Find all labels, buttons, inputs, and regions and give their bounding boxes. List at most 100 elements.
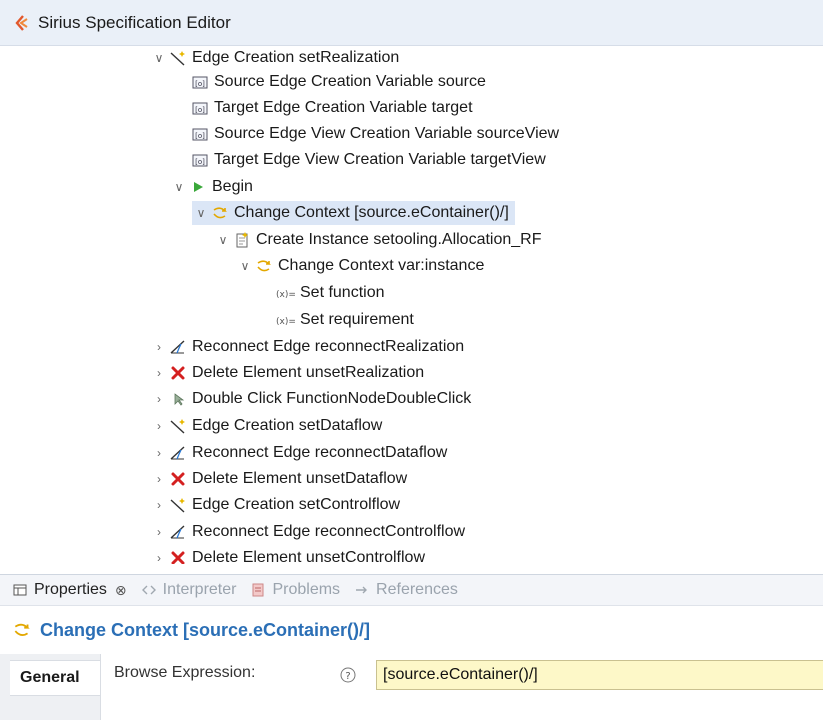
editor-title: Sirius Specification Editor <box>38 12 231 32</box>
tree-item[interactable]: › Edge Creation setDataflow <box>150 414 382 438</box>
tree-item[interactable]: › Reconnect Edge reconnectRealization <box>150 335 464 359</box>
svg-text:?: ? <box>345 671 350 682</box>
close-icon[interactable]: ⊗ <box>115 582 127 599</box>
properties-header: Change Context [source.eContainer()/] <box>0 606 823 654</box>
tree-item-label: Create Instance setooling.Allocation_RF <box>256 231 542 248</box>
chevron-right-icon[interactable]: › <box>150 493 168 517</box>
variable-icon: [o] <box>190 72 210 92</box>
tab-label: Problems <box>272 581 341 598</box>
tree-item-label: Edge Creation setDataflow <box>192 417 383 434</box>
chevron-down-icon[interactable]: ∨ <box>170 175 188 199</box>
change-context-icon <box>210 203 230 223</box>
tab-references[interactable]: References <box>352 580 458 600</box>
tree-item[interactable]: ∨ Begin <box>170 175 253 199</box>
interpreter-icon <box>139 580 159 600</box>
section-tab-general[interactable]: General <box>10 660 100 696</box>
chevron-right-icon[interactable]: › <box>150 441 168 465</box>
tree-item[interactable]: ∨ Edge Creation setRealization <box>150 46 400 70</box>
svg-text:[o]: [o] <box>195 106 205 114</box>
chevron-right-icon[interactable]: › <box>150 414 168 438</box>
delete-icon <box>168 363 188 383</box>
properties-body: General Browse Expression: ? <box>0 654 823 720</box>
begin-icon <box>188 177 208 197</box>
tree-item[interactable]: › Reconnect Edge reconnectDataflow <box>150 441 447 465</box>
edge-creation-icon <box>168 495 188 515</box>
tree-item-label: Source Edge Creation Variable source <box>214 73 486 90</box>
edge-creation-icon <box>168 48 188 68</box>
variable-icon: [o] <box>190 98 210 118</box>
tree-item[interactable]: (x)= Set function <box>276 281 385 305</box>
chevron-right-icon[interactable]: › <box>150 520 168 544</box>
svg-text:(x)=: (x)= <box>276 317 296 327</box>
chevron-right-icon[interactable]: › <box>150 546 168 564</box>
tree-item-label: Change Context var:instance <box>278 257 485 274</box>
variable-icon: [o] <box>190 124 210 144</box>
reconnect-edge-icon <box>168 443 188 463</box>
tree-item-label: Delete Element unsetDataflow <box>192 470 408 487</box>
chevron-right-icon[interactable]: › <box>150 387 168 411</box>
create-instance-icon <box>232 230 252 250</box>
tree-item[interactable]: › Delete Element unsetDataflow <box>150 467 407 491</box>
tree-item[interactable]: (x)= Set requirement <box>276 308 414 332</box>
reconnect-edge-icon <box>168 522 188 542</box>
edge-creation-icon <box>168 416 188 436</box>
problems-icon <box>248 580 268 600</box>
tree-item-label: Change Context [source.eContainer()/] <box>234 204 509 221</box>
double-click-icon <box>168 389 188 409</box>
tree-item-label: Target Edge Creation Variable target <box>214 99 473 116</box>
svg-text:[o]: [o] <box>195 80 205 88</box>
svg-text:[o]: [o] <box>195 158 205 166</box>
browse-expression-label: Browse Expression: <box>114 664 256 681</box>
chevron-down-icon[interactable]: ∨ <box>150 46 168 70</box>
tree-item[interactable]: ∨ Create Instance setooling.Allocation_R… <box>214 228 542 252</box>
properties-title: Change Context [source.eContainer()/] <box>40 619 371 640</box>
chevron-down-icon[interactable]: ∨ <box>192 201 210 225</box>
tree-bottom-gap <box>0 564 823 574</box>
tree-item-label: Begin <box>212 178 253 195</box>
tree-item-selected[interactable]: ∨ Change Context [source.eContainer()/] <box>192 201 515 225</box>
tree-item-label: Set requirement <box>300 311 414 328</box>
tree-item-label: Double Click FunctionNodeDoubleClick <box>192 390 472 407</box>
tab-label: Interpreter <box>162 581 237 598</box>
tree-item-label: Target Edge View Creation Variable targe… <box>214 151 546 168</box>
tab-properties[interactable]: Properties ⊗ <box>10 580 127 600</box>
chevron-right-icon[interactable]: › <box>150 467 168 491</box>
reconnect-edge-icon <box>168 337 188 357</box>
delete-icon <box>168 548 188 564</box>
tab-problems[interactable]: Problems <box>248 580 340 600</box>
chevron-right-icon[interactable]: › <box>150 335 168 359</box>
tree-item[interactable]: › Delete Element unsetControlflow <box>150 546 425 564</box>
tree-item[interactable]: [o] Target Edge Creation Variable target <box>190 96 473 120</box>
tree-item[interactable]: [o] Source Edge Creation Variable source <box>190 70 486 94</box>
chevron-down-icon[interactable]: ∨ <box>214 228 232 252</box>
tree-item-label: Reconnect Edge reconnectControlflow <box>192 523 466 540</box>
tree-item[interactable]: › Double Click FunctionNodeDoubleClick <box>150 387 471 411</box>
browse-expression-input[interactable] <box>376 660 823 690</box>
tree-item-label: Source Edge View Creation Variable sourc… <box>214 125 560 142</box>
tree-item-label: Reconnect Edge reconnectDataflow <box>192 444 448 461</box>
svg-text:[o]: [o] <box>195 132 205 140</box>
chevron-down-icon[interactable]: ∨ <box>236 254 254 278</box>
tree-item[interactable]: [o] Target Edge View Creation Variable t… <box>190 148 546 172</box>
tab-interpreter[interactable]: Interpreter <box>139 580 237 600</box>
tree-item[interactable]: › Reconnect Edge reconnectControlflow <box>150 520 465 544</box>
tree-item[interactable]: [o] Source Edge View Creation Variable s… <box>190 122 559 146</box>
references-icon <box>352 580 372 600</box>
specification-tree[interactable]: ∨ Edge Creation setRealization [o] Sourc… <box>0 46 823 564</box>
tree-item[interactable]: ∨ Change Context var:instance <box>236 254 485 278</box>
tree-item-label: Edge Creation setRealization <box>192 49 400 66</box>
change-context-icon <box>12 620 32 640</box>
tab-label: References <box>376 581 458 598</box>
tab-label: Properties <box>34 581 107 598</box>
editor-title-bar: Sirius Specification Editor <box>0 0 823 46</box>
sirius-logo-icon <box>12 14 30 32</box>
tree-item-label: Set function <box>300 284 385 301</box>
svg-text:(x)=: (x)= <box>276 290 296 300</box>
view-tab-bar: Properties ⊗ Interpreter Problems Refere… <box>0 574 823 606</box>
tree-item[interactable]: › Edge Creation setControlflow <box>150 493 400 517</box>
properties-icon <box>10 580 30 600</box>
help-icon[interactable]: ? <box>339 666 357 684</box>
chevron-right-icon[interactable]: › <box>150 361 168 385</box>
set-icon: (x)= <box>276 310 296 330</box>
tree-item[interactable]: › Delete Element unsetRealization <box>150 361 424 385</box>
